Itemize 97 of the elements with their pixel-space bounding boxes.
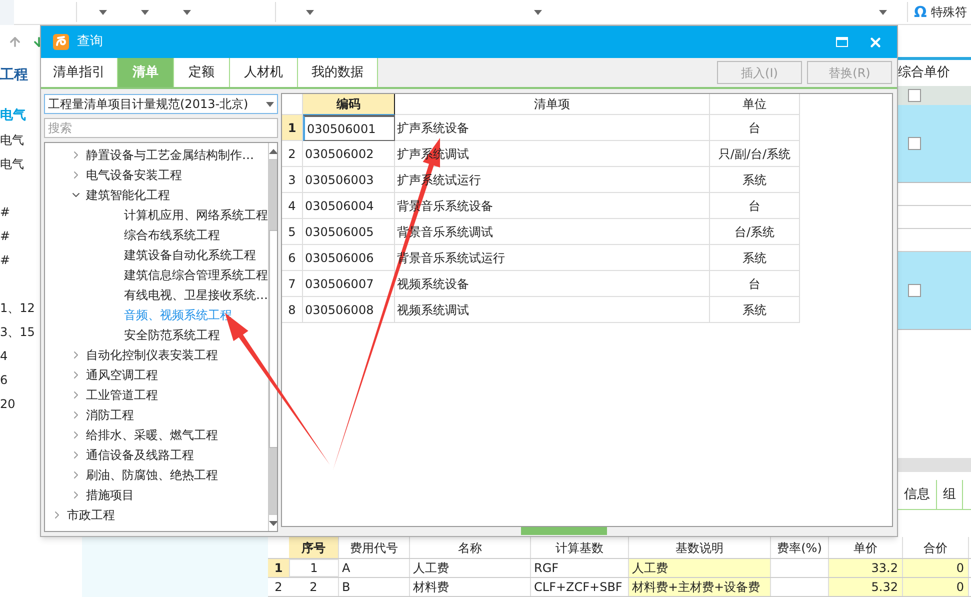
record-row[interactable] [898,105,971,183]
tree-item[interactable]: 自动化控制仪表安装工程 [86,346,218,364]
horizontal-scrollbar[interactable] [898,458,971,472]
project-title: 工程 [0,66,28,85]
table-cell-text: 系统 [742,172,766,188]
table-cell-text: 系统 [742,302,766,318]
tab[interactable]: 定额 [174,58,230,87]
table-cell-text: 材料费 [413,579,449,596]
row-number[interactable]: 1 [268,559,289,577]
table-cell-text: 台 [748,120,760,136]
table-cell-text: 人工费 [413,560,449,577]
scrollbar[interactable] [268,143,277,531]
table-cell-text: 材料费+主材费+设备费 [632,579,760,596]
row-number[interactable]: 7 [282,271,303,297]
column-header: 序号 [289,537,339,558]
column-header: 综合单价 [898,64,950,82]
dialog-title: 查询 [77,33,103,52]
column-header: 合价 [903,537,969,558]
table-cell-text: 台 [748,276,760,292]
maximize-icon[interactable] [836,37,848,47]
row-number[interactable]: 3 [282,167,303,193]
column-header: 清单项 [395,94,710,115]
tree-item[interactable]: 静置设备与工艺金属结构制作… [86,146,254,164]
tree-item[interactable]: 刷油、防腐蚀、绝热工程 [86,466,218,484]
tab[interactable]: 人材机 [230,58,298,87]
row-number[interactable]: 2 [282,141,303,167]
dropdown-caret-icon[interactable] [141,10,149,14]
checkbox[interactable] [908,284,921,297]
table-cell-text: 030506002 [305,146,374,162]
table-cell-text: 030506006 [305,250,374,266]
tree-item[interactable]: 市政工程 [67,506,115,524]
tree-item[interactable]: 通信设备及线路工程 [86,446,194,464]
dropdown-caret-icon[interactable] [306,10,314,14]
table-cell-text: 030506005 [305,224,374,240]
dropdown-caret-icon[interactable] [183,10,191,14]
table-cell-text: 0 [956,579,964,596]
scroll-up-icon[interactable] [269,148,277,154]
scroll-down-icon[interactable] [269,520,277,526]
table-cell-text: RGF [534,560,559,577]
row-number[interactable]: 2 [268,578,289,596]
column-header: 单位 [710,94,800,115]
table-cell-text: 视频系统调试 [397,302,469,318]
app-logo-icon [53,34,69,50]
tab[interactable]: 清单指引 [41,58,118,87]
search-field[interactable]: 搜索 [44,118,278,138]
table-cell-text: 5.32 [871,579,898,596]
tree-item[interactable]: 计算机应用、网络系统工程 [124,206,268,224]
table-cell-text: 030506001 [307,120,376,138]
tree-item[interactable]: 电气设备安装工程 [86,166,182,184]
row-number[interactable]: 1 [282,115,303,141]
table-cell-text: 系统 [742,250,766,266]
table-cell: 1 [310,560,318,576]
dropdown-caret-icon[interactable] [534,10,542,14]
tree-item[interactable]: 安全防范系统工程 [124,326,220,344]
table-cell-text: 030506007 [305,276,374,292]
row-number[interactable]: 6 [282,245,303,271]
tree-item[interactable]: 通风空调工程 [86,366,158,384]
standard-dropdown[interactable]: 工程量清单项目计量规范(2013-北京) [44,94,278,114]
table-cell-text: 33.2 [871,560,898,577]
dropdown-caret-icon[interactable] [266,102,274,106]
table-cell-text: 0 [956,560,964,577]
row-number[interactable]: 4 [282,193,303,219]
dropdown-caret-icon[interactable] [99,10,107,14]
tree-item[interactable]: 建筑信息综合管理系统工程 [124,266,268,284]
tree-item[interactable]: 工业管道工程 [86,386,158,404]
table-cell-text: 030506003 [305,172,374,188]
tree-item[interactable]: 有线电视、卫星接收系统… [124,286,268,304]
record-row[interactable] [898,252,971,330]
tree-item[interactable]: 建筑智能化工程 [86,186,170,204]
splitter-handle[interactable] [521,527,607,535]
table-cell-text: CLF+ZCF+SBF [534,579,622,596]
table-cell-text: 台 [748,198,760,214]
special-symbol-label[interactable]: 特殊符 [930,3,967,21]
row-number[interactable]: 8 [282,297,303,323]
tree-item[interactable]: 建筑设备自动化系统工程 [124,246,256,264]
checkbox[interactable] [908,137,921,150]
table-cell-text: A [342,560,350,577]
dropdown-caret-icon[interactable] [879,10,887,14]
row-number[interactable]: 5 [282,219,303,245]
tree-item[interactable]: 给排水、采暖、燃气工程 [86,426,218,444]
table-cell-text: 030506004 [305,198,374,214]
tab[interactable]: 组 [937,480,963,509]
column-header: 编码 [303,94,395,115]
table-cell-text: B [342,579,350,596]
close-icon[interactable] [868,34,883,50]
table-cell-text: 2 [310,579,318,596]
table-cell-text: 视频系统设备 [397,276,469,292]
tab[interactable]: 我的数据 [298,58,378,87]
table-cell-text: 只/副/台/系统 [718,146,791,162]
table-cell-text: 人工费 [632,560,668,577]
checkbox[interactable] [908,89,921,102]
table-cell-text: 扩声系统设备 [397,120,469,136]
table-cell-text: 030506008 [305,302,374,318]
tree-item[interactable]: 综合布线系统工程 [124,226,220,244]
tree-item[interactable]: 措施项目 [86,486,134,504]
table-cell-text: 台/系统 [734,224,775,240]
tree-item[interactable]: 消防工程 [86,406,134,424]
